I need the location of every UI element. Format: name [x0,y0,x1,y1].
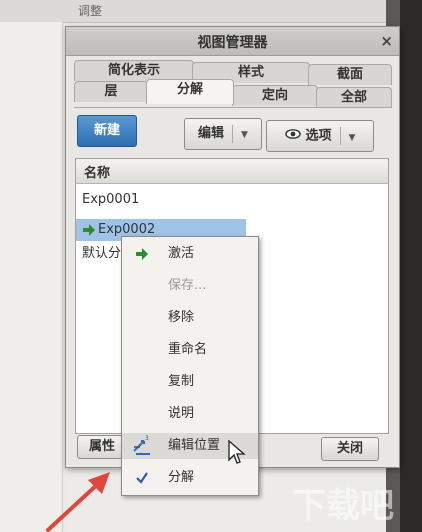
menu-item-label: 移除 [168,310,195,325]
chevron-down-icon: ▼ [348,132,356,143]
list-column-header[interactable]: 名称 [76,159,388,184]
background-title: 调整 [78,4,103,18]
edit-button-label: 编辑 [198,126,225,141]
tab-layers[interactable]: 层 [74,81,148,102]
options-button-label: 选项 [305,128,332,144]
chevron-down-icon: ▼ [241,130,248,140]
tab-simplified-rep[interactable]: 简化表示 [74,60,194,81]
properties-button[interactable]: 属性 [77,435,127,459]
svg-text:3: 3 [145,435,149,442]
menu-item-rename[interactable]: 重命名 [122,337,258,363]
red-arrow-annotation-icon [46,472,110,532]
dialog-title-bar[interactable]: 视图管理器 × [66,27,399,56]
background-dark-edge [400,0,422,532]
dialog-title: 视图管理器 [197,35,268,51]
menu-item-label: 激活 [168,246,195,261]
watermark: 下载吧 [286,470,422,532]
list-item[interactable]: Exp0001 [76,189,388,211]
menu-item-remove[interactable]: 移除 [122,305,258,331]
options-button[interactable]: 选项 ▼ [266,120,374,152]
green-arrow-icon [132,241,152,276]
menu-item-label: 复制 [168,374,195,389]
background-side-panel [0,22,63,532]
tab-orient[interactable]: 定向 [232,85,318,106]
tab-section[interactable]: 截面 [308,64,392,85]
list-item-label: 默认分 [82,246,122,261]
close-button[interactable]: 关闭 [321,437,379,461]
tab-divider [74,107,391,108]
new-button[interactable]: 新建 [77,115,137,147]
menu-item-save[interactable]: 保存... [122,273,258,299]
column-name-label: 名称 [84,166,111,181]
checkmark-icon [132,465,152,500]
menu-item-label: 编辑位置 [168,438,221,453]
menu-item-explode[interactable]: 分解 [122,465,258,491]
list-item-label: Exp0001 [82,192,140,207]
button-separator [232,124,234,143]
watermark-text: 下载吧 [292,486,394,526]
tab-all[interactable]: 全部 [316,87,392,108]
menu-item-label: 保存... [168,278,207,293]
new-button-label: 新建 [93,123,120,138]
edit-position-icon: 3 [132,433,152,468]
mouse-cursor-icon [228,440,246,464]
menu-item-label: 重命名 [168,342,208,357]
tab-explode[interactable]: 分解 [146,79,234,104]
background-toolbar: 调整 [0,0,422,23]
eye-icon [284,121,301,151]
close-icon[interactable]: × [380,32,393,50]
menu-item-label: 分解 [168,470,195,485]
menu-item-activate[interactable]: 激活 [122,241,258,267]
button-separator [339,127,341,145]
menu-item-copy[interactable]: 复制 [122,369,258,395]
menu-item-label: 说明 [168,406,195,421]
menu-item-description[interactable]: 说明 [122,401,258,427]
edit-button[interactable]: 编辑 ▼ [184,118,262,150]
